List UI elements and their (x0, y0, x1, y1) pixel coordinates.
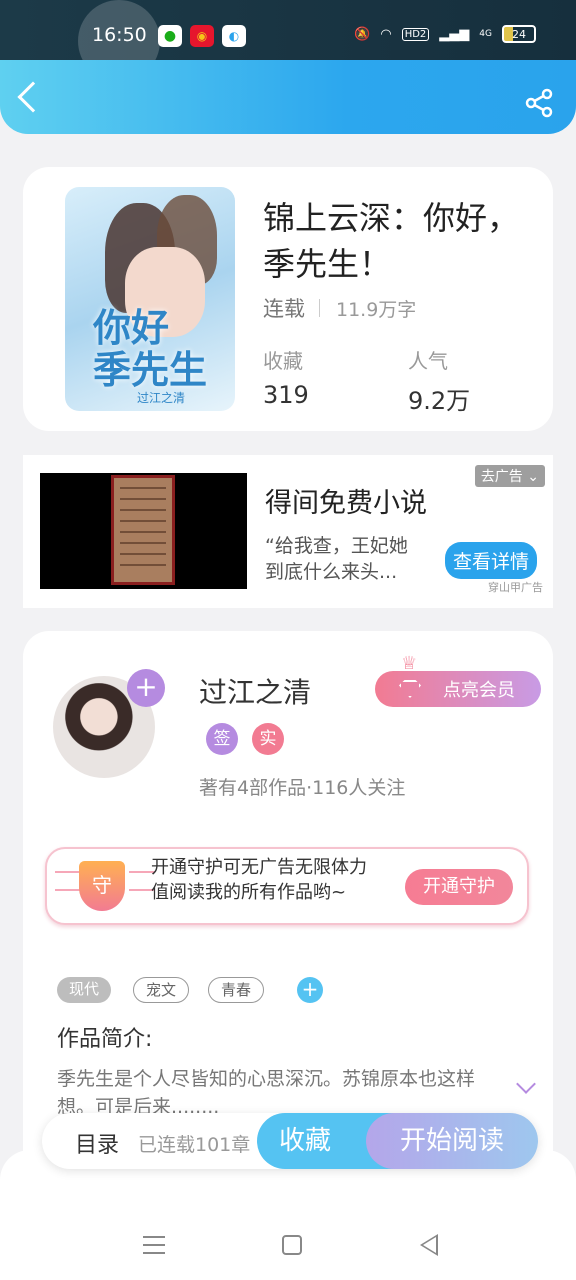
bottom-action-bar: 目录 已连载101章 收藏 开始阅读 (42, 1113, 538, 1169)
share-icon[interactable] (524, 88, 554, 118)
wechat-icon: ● (158, 25, 182, 47)
book-title: 锦上云深：你好，季先生！ (263, 199, 520, 283)
shield-icon: 守 (79, 861, 125, 911)
divider (319, 299, 320, 317)
toc-button[interactable]: 目录 (75, 1127, 119, 1159)
top-bar (0, 60, 576, 134)
expand-chevron-icon[interactable] (516, 1074, 536, 1094)
chevron-down-icon: ⌄ (527, 469, 539, 485)
ad-title[interactable]: 得间免费小说 (265, 481, 427, 520)
tag-item[interactable]: 现代 (57, 977, 112, 1003)
remove-ad-label: 去广告 (480, 469, 523, 485)
popularity-label: 人气 (408, 349, 448, 373)
badge-signed: 签 (206, 723, 238, 755)
status-app-icons: ● ◉ ◐ (158, 25, 246, 47)
ad-description[interactable]: “给我查，王妃她到底什么来头... (265, 533, 425, 585)
wing-icon (55, 871, 81, 891)
ad-source: 穿山甲广告 (488, 581, 543, 594)
popularity-value: 9.2万 (408, 387, 471, 415)
app-icon: ◐ (222, 25, 246, 47)
intro-label: 作品简介: (57, 1027, 153, 1052)
ad-image[interactable] (40, 473, 247, 589)
hd-icon: HD2 (401, 27, 430, 41)
ad-detail-button[interactable]: 查看详情 (444, 542, 537, 579)
favorites-value: 319 (263, 381, 309, 409)
add-tag-icon[interactable]: + (297, 977, 323, 1003)
author-stats: 著有4部作品·116人关注 (199, 777, 406, 799)
system-nav-bar (0, 1150, 576, 1280)
guard-banner: 守 开通守护可无广告无限体力值阅读我的所有作品哟~ 开通守护 (45, 847, 529, 925)
vip-button[interactable]: 点亮会员 (375, 671, 541, 707)
back-triangle-icon[interactable] (420, 1234, 438, 1256)
follow-button[interactable]: + (127, 669, 165, 707)
chapter-count[interactable]: 已连载101章 (138, 1130, 250, 1157)
status-time: 16:50 (92, 24, 147, 46)
ad-banner[interactable]: 得间免费小说 “给我查，王妃她到底什么来头... 去广告 ⌄ 查看详情 穿山甲广… (23, 455, 553, 608)
menu-icon[interactable] (143, 1236, 165, 1254)
weibo-icon: ◉ (190, 25, 214, 47)
book-info-card: 你好 季先生 过江之清 锦上云深：你好，季先生！ 连载 11.9万字 收藏 人气… (23, 167, 553, 431)
favorites-label: 收藏 (263, 349, 303, 373)
signal-icon: ▂▄▆ (439, 26, 470, 42)
tag-item[interactable]: 青春 (208, 977, 265, 1003)
badge-verified: 实 (252, 723, 284, 755)
vip-button-label: 点亮会员 (443, 680, 515, 701)
status-bar: 16:50 ● ◉ ◐ 🔕 ◠ HD2 ▂▄▆ 4G 24 (0, 0, 576, 82)
book-word-count: 11.9万字 (336, 298, 417, 321)
open-guard-button[interactable]: 开通守护 (405, 869, 513, 905)
book-cover[interactable]: 你好 季先生 过江之清 (65, 187, 235, 411)
book-status: 连载 (263, 297, 305, 321)
cover-title-art: 你好 季先生 (93, 305, 208, 392)
home-icon[interactable] (282, 1235, 302, 1255)
network-type: 4G (479, 29, 492, 39)
back-icon[interactable] (17, 81, 49, 113)
tag-item[interactable]: 宠文 (133, 977, 190, 1003)
author-name[interactable]: 过江之清 (199, 671, 311, 711)
mute-icon: 🔕 (354, 26, 371, 42)
status-system-icons: 🔕 ◠ HD2 ▂▄▆ 4G 24 (354, 25, 536, 43)
start-reading-button[interactable]: 开始阅读 (366, 1113, 538, 1169)
cover-author-art: 过江之清 (137, 391, 186, 405)
wifi-icon: ◠ (380, 26, 392, 42)
ad-paper-graphic (111, 475, 175, 585)
book-meta: 连载 11.9万字 (263, 293, 416, 323)
remove-ad-button[interactable]: 去广告 ⌄ (474, 465, 545, 487)
battery-icon: 24 (502, 25, 536, 43)
guard-text: 开通守护可无广告无限体力值阅读我的所有作品哟~ (151, 857, 367, 903)
diamond-icon (399, 680, 421, 698)
